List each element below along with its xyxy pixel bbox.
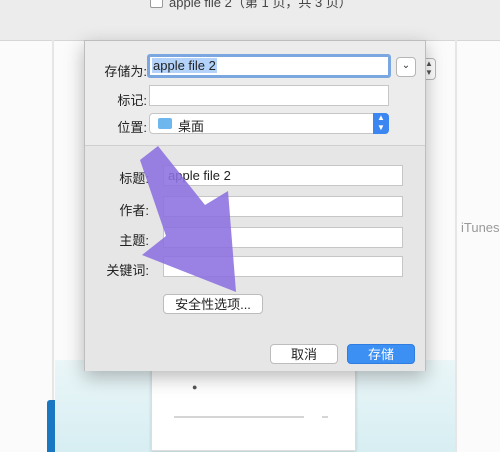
arrow-shape bbox=[140, 146, 236, 292]
annotation-arrow bbox=[140, 146, 236, 292]
